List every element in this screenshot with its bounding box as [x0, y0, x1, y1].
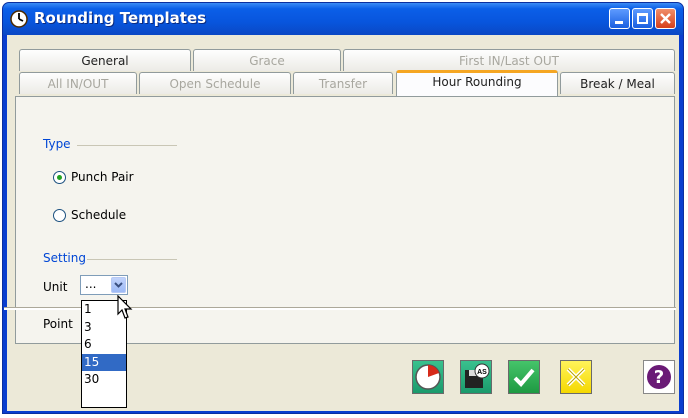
- schedule-label: Schedule: [71, 208, 127, 222]
- type-group-divider: [77, 145, 177, 146]
- svg-text:AS: AS: [477, 369, 487, 376]
- cancel-button[interactable]: [560, 360, 592, 394]
- close-icon: [660, 13, 671, 24]
- window-title: Rounding Templates: [34, 9, 207, 27]
- punch-pair-label: Punch Pair: [71, 170, 134, 184]
- type-group-label: Type: [43, 137, 71, 151]
- close-button[interactable]: [655, 8, 676, 29]
- unit-label: Unit: [43, 280, 68, 294]
- cancel-x-icon: [566, 367, 586, 387]
- punch-pair-radio[interactable]: [53, 171, 66, 184]
- chevron-down-icon: [114, 282, 123, 288]
- schedule-radio[interactable]: [53, 209, 66, 222]
- tab-hour-rounding[interactable]: Hour Rounding: [396, 70, 558, 96]
- minimize-button[interactable]: [609, 8, 630, 29]
- unit-option[interactable]: 30: [82, 371, 126, 389]
- maximize-button[interactable]: [632, 8, 653, 29]
- tab-grace[interactable]: Grace: [193, 49, 341, 71]
- tab-transfer[interactable]: Transfer: [293, 72, 393, 94]
- schedule-clock-button[interactable]: [412, 360, 444, 394]
- unit-select[interactable]: ...: [80, 275, 128, 295]
- help-button[interactable]: ?: [643, 360, 675, 394]
- save-as-button[interactable]: AS: [460, 360, 492, 394]
- dropdown-button[interactable]: [111, 277, 126, 293]
- mouse-cursor-icon: [117, 295, 133, 319]
- ok-check-icon: [513, 368, 535, 387]
- unit-option[interactable]: 3: [82, 319, 126, 337]
- unit-select-value: ...: [85, 277, 97, 291]
- clock-icon: [10, 10, 28, 28]
- title-bar[interactable]: Rounding Templates: [3, 3, 683, 35]
- tab-all-in-out[interactable]: All IN/OUT: [19, 72, 137, 94]
- unit-option-highlighted[interactable]: 15: [82, 353, 126, 371]
- svg-text:?: ?: [654, 367, 664, 388]
- help-icon: ?: [647, 365, 671, 389]
- point-label: Point: [43, 317, 73, 331]
- radio-selected-dot: [57, 175, 62, 180]
- setting-group-divider: [87, 259, 177, 260]
- tab-general[interactable]: General: [19, 49, 191, 71]
- maximize-icon: [637, 13, 648, 24]
- clock-icon: [415, 364, 441, 390]
- minimize-icon: [615, 21, 623, 24]
- ok-button[interactable]: [508, 360, 540, 394]
- tab-open-schedule[interactable]: Open Schedule: [139, 72, 291, 94]
- tab-break-meal[interactable]: Break / Meal: [560, 72, 675, 94]
- unit-option[interactable]: 6: [82, 336, 126, 354]
- save-as-icon: AS: [465, 363, 490, 388]
- setting-group-label: Setting: [43, 251, 86, 265]
- tab-first-in-last-out[interactable]: First IN/Last OUT: [343, 49, 675, 71]
